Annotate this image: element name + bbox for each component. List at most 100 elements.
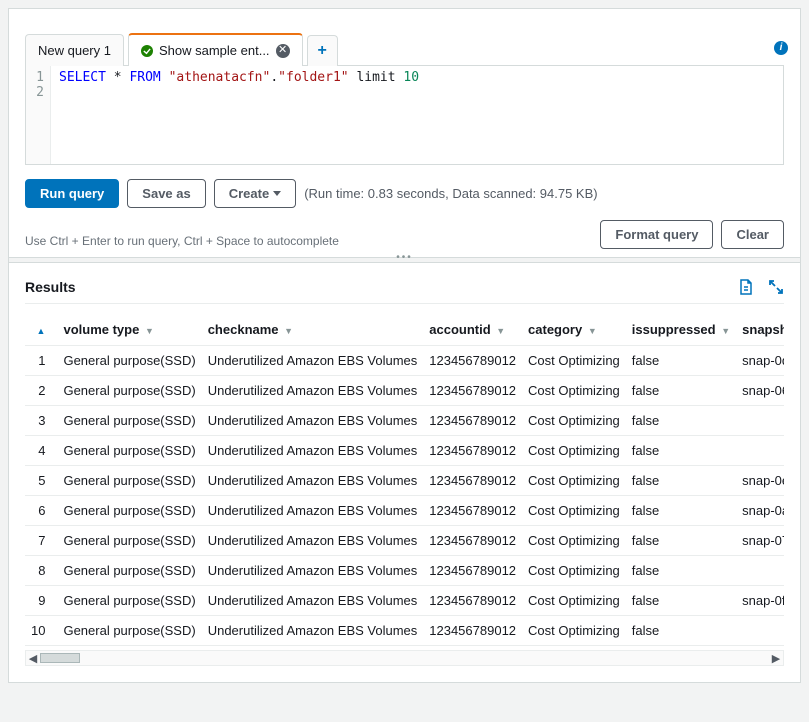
cell-checkname: Underutilized Amazon EBS Volumes bbox=[202, 586, 424, 616]
col-volume-type[interactable]: volume type ▼ bbox=[57, 314, 201, 346]
scroll-track[interactable] bbox=[40, 651, 769, 665]
cell-rownum: 2 bbox=[25, 376, 57, 406]
cell-volume-type: General purpose(SSD) bbox=[57, 436, 201, 466]
cell-snapshot: snap-06b bbox=[736, 376, 784, 406]
cell-issuppressed: false bbox=[626, 376, 736, 406]
cell-accountid: 123456789012 bbox=[423, 616, 522, 646]
create-button[interactable]: Create bbox=[214, 179, 296, 208]
cell-rownum: 7 bbox=[25, 526, 57, 556]
horizontal-scrollbar[interactable]: ◀ ▶ bbox=[25, 650, 784, 666]
keyboard-hint: Use Ctrl + Enter to run query, Ctrl + Sp… bbox=[25, 234, 339, 248]
cell-category: Cost Optimizing bbox=[522, 496, 626, 526]
scroll-thumb[interactable] bbox=[40, 653, 80, 663]
query-tabs: New query 1 Show sample ent... ✕ + bbox=[25, 33, 784, 66]
cell-category: Cost Optimizing bbox=[522, 526, 626, 556]
format-query-button[interactable]: Format query bbox=[600, 220, 713, 249]
cell-volume-type: General purpose(SSD) bbox=[57, 616, 201, 646]
scroll-left-icon[interactable]: ◀ bbox=[26, 652, 40, 665]
col-snapshot[interactable]: snapshot bbox=[736, 314, 784, 346]
cell-snapshot bbox=[736, 556, 784, 586]
cell-rownum: 3 bbox=[25, 406, 57, 436]
cell-accountid: 123456789012 bbox=[423, 526, 522, 556]
col-checkname[interactable]: checkname ▼ bbox=[202, 314, 424, 346]
cell-category: Cost Optimizing bbox=[522, 406, 626, 436]
run-query-button[interactable]: Run query bbox=[25, 179, 119, 208]
close-icon[interactable]: ✕ bbox=[276, 44, 290, 58]
table-row: 5General purpose(SSD)Underutilized Amazo… bbox=[25, 466, 784, 496]
cell-issuppressed: false bbox=[626, 346, 736, 376]
cell-volume-type: General purpose(SSD) bbox=[57, 526, 201, 556]
tab-label: New query 1 bbox=[38, 43, 111, 58]
chevron-down-icon bbox=[273, 191, 281, 196]
cell-snapshot bbox=[736, 436, 784, 466]
cell-checkname: Underutilized Amazon EBS Volumes bbox=[202, 436, 424, 466]
cell-category: Cost Optimizing bbox=[522, 616, 626, 646]
results-title: Results bbox=[25, 279, 76, 295]
cell-rownum: 1 bbox=[25, 346, 57, 376]
cell-volume-type: General purpose(SSD) bbox=[57, 346, 201, 376]
table-row: 7General purpose(SSD)Underutilized Amazo… bbox=[25, 526, 784, 556]
action-bar: Run query Save as Create (Run time: 0.83… bbox=[25, 179, 784, 208]
editor-code[interactable]: SELECT * FROM "athenatacfn"."folder1" li… bbox=[51, 66, 427, 164]
cell-checkname: Underutilized Amazon EBS Volumes bbox=[202, 526, 424, 556]
results-toolbar bbox=[738, 279, 784, 295]
tab-label: Show sample ent... bbox=[159, 43, 270, 58]
cell-snapshot: snap-0d4 bbox=[736, 346, 784, 376]
cell-snapshot: snap-0ff6 bbox=[736, 586, 784, 616]
col-accountid[interactable]: accountid ▼ bbox=[423, 314, 522, 346]
table-row: 4General purpose(SSD)Underutilized Amazo… bbox=[25, 436, 784, 466]
cell-issuppressed: false bbox=[626, 586, 736, 616]
cell-accountid: 123456789012 bbox=[423, 436, 522, 466]
cell-issuppressed: false bbox=[626, 436, 736, 466]
info-icon[interactable]: i bbox=[774, 41, 788, 55]
results-table-wrap: ▲ volume type ▼ checkname ▼ accountid ▼ … bbox=[25, 314, 784, 646]
tab-new-query-1[interactable]: New query 1 bbox=[25, 34, 124, 66]
panel-resize-handle[interactable] bbox=[9, 257, 800, 263]
hint-row: Use Ctrl + Enter to run query, Ctrl + Sp… bbox=[25, 220, 784, 249]
cell-issuppressed: false bbox=[626, 526, 736, 556]
cell-issuppressed: false bbox=[626, 556, 736, 586]
col-category[interactable]: category ▼ bbox=[522, 314, 626, 346]
cell-checkname: Underutilized Amazon EBS Volumes bbox=[202, 616, 424, 646]
cell-category: Cost Optimizing bbox=[522, 436, 626, 466]
clear-button[interactable]: Clear bbox=[721, 220, 784, 249]
results-table: ▲ volume type ▼ checkname ▼ accountid ▼ … bbox=[25, 314, 784, 646]
right-actions: Format query Clear bbox=[600, 220, 784, 249]
cell-snapshot bbox=[736, 406, 784, 436]
cell-volume-type: General purpose(SSD) bbox=[57, 496, 201, 526]
table-row: 6General purpose(SSD)Underutilized Amazo… bbox=[25, 496, 784, 526]
cell-category: Cost Optimizing bbox=[522, 346, 626, 376]
table-row: 10General purpose(SSD)Underutilized Amaz… bbox=[25, 616, 784, 646]
save-as-button[interactable]: Save as bbox=[127, 179, 205, 208]
cell-volume-type: General purpose(SSD) bbox=[57, 586, 201, 616]
col-issuppressed[interactable]: issuppressed ▼ bbox=[626, 314, 736, 346]
sql-editor[interactable]: 1 2 SELECT * FROM "athenatacfn"."folder1… bbox=[25, 65, 784, 165]
cell-snapshot: snap-078 bbox=[736, 526, 784, 556]
fullscreen-icon[interactable] bbox=[768, 279, 784, 295]
cell-issuppressed: false bbox=[626, 496, 736, 526]
cell-rownum: 8 bbox=[25, 556, 57, 586]
cell-checkname: Underutilized Amazon EBS Volumes bbox=[202, 496, 424, 526]
tab-show-sample[interactable]: Show sample ent... ✕ bbox=[128, 33, 303, 66]
table-row: 2General purpose(SSD)Underutilized Amazo… bbox=[25, 376, 784, 406]
scroll-right-icon[interactable]: ▶ bbox=[769, 652, 783, 665]
check-icon bbox=[141, 45, 153, 57]
col-rownum[interactable]: ▲ bbox=[25, 314, 57, 346]
cell-rownum: 9 bbox=[25, 586, 57, 616]
cell-issuppressed: false bbox=[626, 406, 736, 436]
athena-query-console: i New query 1 Show sample ent... ✕ + 1 2… bbox=[8, 8, 801, 683]
add-tab-button[interactable]: + bbox=[307, 35, 338, 66]
cell-checkname: Underutilized Amazon EBS Volumes bbox=[202, 346, 424, 376]
editor-gutter: 1 2 bbox=[26, 66, 51, 164]
cell-checkname: Underutilized Amazon EBS Volumes bbox=[202, 406, 424, 436]
cell-snapshot: snap-0ef4 bbox=[736, 466, 784, 496]
cell-snapshot: snap-0a5 bbox=[736, 496, 784, 526]
results-header: Results bbox=[25, 279, 784, 304]
table-row: 8General purpose(SSD)Underutilized Amazo… bbox=[25, 556, 784, 586]
table-header: ▲ volume type ▼ checkname ▼ accountid ▼ … bbox=[25, 314, 784, 346]
download-icon[interactable] bbox=[738, 279, 754, 295]
cell-accountid: 123456789012 bbox=[423, 496, 522, 526]
query-panel: New query 1 Show sample ent... ✕ + 1 2 S… bbox=[9, 9, 800, 257]
cell-rownum: 5 bbox=[25, 466, 57, 496]
table-row: 9General purpose(SSD)Underutilized Amazo… bbox=[25, 586, 784, 616]
